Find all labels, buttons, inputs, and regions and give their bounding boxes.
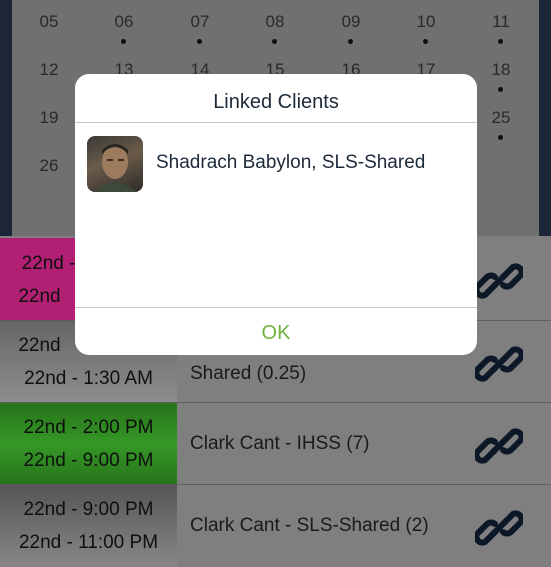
ok-button[interactable]: OK — [75, 308, 477, 355]
dialog-title: Linked Clients — [213, 91, 339, 113]
dialog-divider — [75, 122, 477, 123]
linked-client-item[interactable]: Shadrach Babylon, SLS-Shared — [87, 136, 467, 192]
linked-clients-dialog: Linked Clients Shadrach Babylon, SLS-Sha… — [75, 74, 477, 355]
client-avatar — [87, 136, 143, 192]
client-name: Shadrach Babylon, SLS-Shared — [156, 152, 426, 173]
